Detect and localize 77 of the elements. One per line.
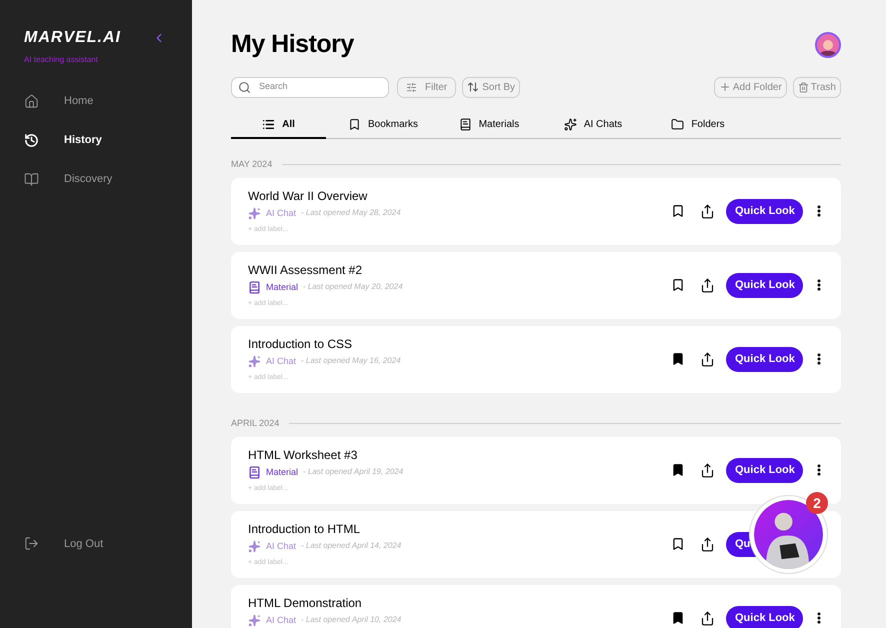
nav-icon: [24, 132, 39, 148]
item-title: Introduction to HTML: [248, 520, 362, 536]
item-title: HTML Worksheet #3: [248, 446, 358, 462]
group-heading: APRIL 2024: [231, 416, 280, 430]
item-type: AI Chat: [266, 540, 296, 552]
share-icon: [700, 462, 714, 478]
search-input[interactable]: Search: [259, 80, 369, 94]
nav-item[interactable]: Home: [24, 92, 192, 110]
tab-icon: [348, 118, 361, 131]
search-field[interactable]: Search: [231, 76, 389, 98]
item-title: HTML Demonstration: [248, 594, 363, 610]
last-opened: - Last opened April 19, 2024: [303, 466, 404, 478]
logo: MARVEL.AI: [24, 28, 121, 48]
item-type: AI Chat: [266, 614, 296, 626]
group-heading: MAY 2024: [231, 158, 272, 171]
sparkle-icon: [248, 354, 261, 368]
nav-label: History: [64, 132, 102, 148]
quick-look-button[interactable]: Quick Look: [726, 198, 803, 224]
quick-look-button[interactable]: Quick Look: [726, 272, 803, 298]
bookmark-icon: [671, 611, 685, 625]
item-type: AI Chat: [266, 206, 296, 220]
nav-label: Discovery: [64, 172, 112, 187]
tab-icon: [262, 118, 276, 131]
book-icon: [248, 280, 261, 294]
tab[interactable]: Materials: [440, 112, 538, 138]
item-title: World War II Overview: [248, 188, 368, 204]
item-type: AI Chat: [266, 354, 296, 368]
sparkle-icon: [248, 614, 261, 627]
share-icon: [700, 204, 714, 218]
user-avatar[interactable]: [815, 32, 841, 58]
tab-icon: [458, 118, 472, 131]
share-icon: [700, 536, 714, 552]
item-type: Material: [266, 466, 298, 478]
tab[interactable]: All: [231, 112, 326, 138]
tab[interactable]: Bookmarks: [326, 112, 440, 138]
item-type: Material: [266, 280, 298, 294]
tagline: AI teaching assistant: [24, 54, 99, 66]
nav-item[interactable]: Discovery: [24, 170, 192, 188]
last-opened: - Last opened May 28, 2024: [301, 207, 401, 220]
sparkle-icon: [248, 540, 261, 553]
history-card[interactable]: HTML Demonstration AI Chat - Last opened April 10, 2024 Quick Look: [231, 584, 841, 628]
quick-look-button[interactable]: Quick Look: [726, 458, 803, 482]
last-opened: - Last opened April 10, 2024: [301, 614, 402, 626]
nav-icon: [24, 172, 39, 186]
logout-label: Log Out: [64, 536, 104, 552]
search-icon: [238, 80, 251, 94]
item-title: WWII Assessment #2: [248, 262, 364, 278]
last-opened: - Last opened May 16, 2024: [301, 355, 401, 368]
nav-label: Home: [64, 94, 94, 109]
bookmark-icon: [671, 278, 685, 292]
bookmark-icon: [671, 537, 685, 551]
plus-icon: [718, 81, 731, 93]
page-title: My History: [231, 29, 354, 60]
sort-icon: [467, 81, 480, 93]
item-title: Introduction to CSS: [248, 336, 354, 352]
share-icon: [700, 278, 714, 292]
quick-look-button[interactable]: Quick Look: [726, 606, 803, 628]
bookmark-icon: [671, 352, 685, 366]
trash-icon: [798, 82, 809, 92]
tab[interactable]: Folders: [648, 112, 748, 138]
quick-look-button[interactable]: Quick Look: [726, 346, 803, 372]
tab[interactable]: AI Chats: [538, 112, 648, 138]
share-icon: [700, 610, 714, 626]
nav-icon: [24, 94, 39, 108]
logout-icon: [24, 536, 39, 552]
tab-icon: [671, 118, 684, 131]
share-icon: [700, 352, 714, 366]
filter-icon: [406, 82, 417, 92]
sparkle-icon: [248, 206, 261, 220]
bookmark-icon: [671, 204, 685, 218]
bookmark-icon: [671, 463, 685, 477]
logout-button[interactable]: Log Out: [24, 536, 192, 552]
tab-icon: [564, 118, 577, 131]
book-icon: [248, 466, 261, 479]
last-opened: - Last opened May 20, 2024: [303, 281, 403, 294]
nav-item[interactable]: History: [24, 131, 192, 149]
last-opened: - Last opened April 14, 2024: [301, 540, 402, 552]
